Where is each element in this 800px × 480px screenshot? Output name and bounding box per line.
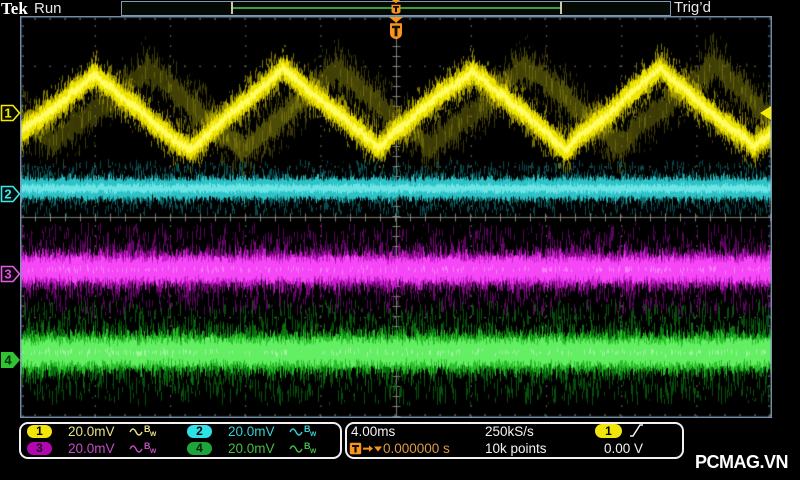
svg-text:w: w [309,446,317,455]
svg-text:w: w [149,429,157,438]
svg-text:w: w [149,446,157,455]
svg-text:1: 1 [4,106,11,121]
svg-text:3: 3 [4,267,11,282]
svg-text:2: 2 [4,187,11,202]
svg-text:4: 4 [4,353,12,368]
svg-text:w: w [309,429,317,438]
